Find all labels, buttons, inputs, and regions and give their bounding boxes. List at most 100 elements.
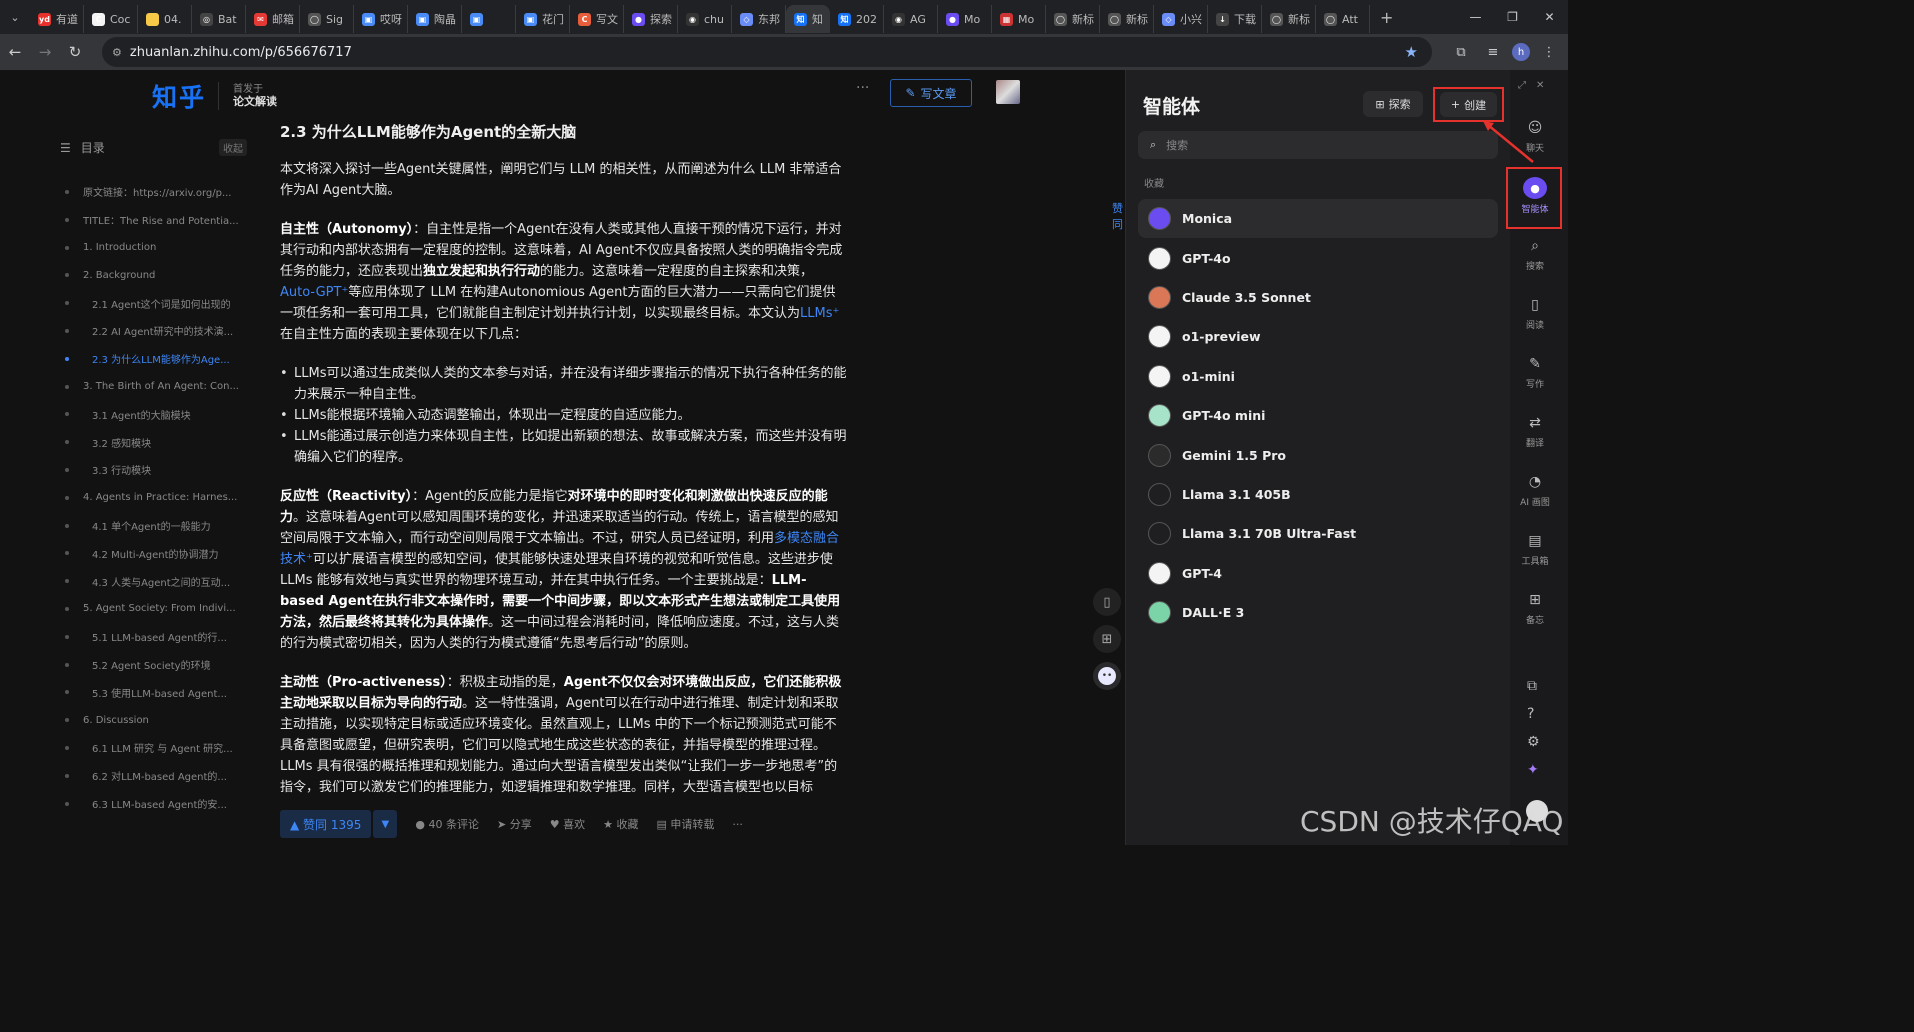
agent-list-item[interactable]: Gemini 1.5 Pro <box>1138 435 1498 474</box>
minimize-icon[interactable]: — <box>1457 0 1494 34</box>
browser-tab[interactable]: ▦ Mo <box>992 5 1046 33</box>
toc-item[interactable]: 6. Discussion <box>60 706 245 734</box>
browser-tab[interactable]: ◯ Att <box>1316 5 1370 33</box>
agent-list-item[interactable]: Monica <box>1138 199 1498 239</box>
browser-tab[interactable]: ◯ Sig <box>300 5 354 33</box>
browser-tab[interactable]: ◇ 东邦 <box>732 5 786 33</box>
toc-item[interactable]: 2.3 为什么LLM能够作为Age... <box>60 345 245 373</box>
toc-item[interactable]: 4.1 单个Agent的一般能力 <box>60 512 245 540</box>
reader-mode-icon[interactable]: ▯ <box>1093 588 1121 616</box>
rail-item[interactable]: ▤ 工具箱 <box>1510 531 1560 567</box>
comments-button[interactable]: ● 40 条评论 <box>415 816 479 832</box>
share-button[interactable]: ➤ 分享 <box>497 816 532 832</box>
toc-item[interactable]: 6.2 对LLM-based Agent的... <box>60 762 245 790</box>
reload-icon[interactable]: ↻ <box>60 37 90 67</box>
browser-tab[interactable]: 04. <box>138 5 192 33</box>
agent-list-item[interactable]: o1-mini <box>1138 357 1498 396</box>
forward-icon[interactable]: → <box>30 37 60 67</box>
browser-tab[interactable]: ◯ 新标 <box>1046 5 1100 33</box>
browser-tab[interactable]: ◉ AG <box>884 5 938 33</box>
create-button[interactable]: + 创建 <box>1440 92 1497 117</box>
browser-tab[interactable]: ✉ 邮箱 <box>246 5 300 33</box>
agent-list-item[interactable]: o1-preview <box>1138 317 1498 356</box>
explore-button[interactable]: ⊞ 探索 <box>1363 91 1423 117</box>
browser-tab[interactable]: ▣ 花门 <box>516 5 570 33</box>
toc-collapse-button[interactable]: 收起 <box>219 139 247 156</box>
toc-item[interactable]: 6.3 LLM-based Agent的安... <box>60 790 245 818</box>
agent-list-item[interactable]: GPT-4 <box>1138 554 1498 593</box>
zhihu-logo[interactable]: 知乎 <box>152 78 206 114</box>
browser-tab[interactable]: 知 202 <box>830 5 884 33</box>
browser-tab[interactable]: C Coc <box>84 5 138 33</box>
rail-item[interactable]: ⇄ 翻译 <box>1510 413 1560 449</box>
browser-tab[interactable]: C 写文 <box>570 5 624 33</box>
media-controls-icon[interactable]: ≡ <box>1480 39 1506 65</box>
repost-button[interactable]: ▤ 申请转载 <box>656 816 714 832</box>
browser-tab[interactable]: ↓ 下载 <box>1208 5 1262 33</box>
more-actions-button[interactable]: ··· <box>732 818 743 831</box>
bookmark-star-icon[interactable]: ★ <box>1405 43 1418 61</box>
toc-item[interactable]: 3.3 行动模块 <box>60 456 245 484</box>
user-avatar[interactable] <box>996 80 1020 104</box>
more-options-icon[interactable]: ··· <box>856 80 869 96</box>
rail-item[interactable]: ▯ 阅读 <box>1510 295 1560 331</box>
agent-list-item[interactable]: Llama 3.1 70B Ultra-Fast <box>1138 514 1498 553</box>
rail-item[interactable]: ◔ AI 画图 <box>1510 472 1560 508</box>
browser-tab[interactable]: 知知✕ <box>786 5 830 33</box>
browser-tab[interactable]: ▣ <box>462 5 516 33</box>
agent-list-item[interactable]: DALL·E 3 <box>1138 593 1498 632</box>
downvote-button[interactable]: ▼ <box>373 810 398 838</box>
browser-tab[interactable]: ◯ 新标 <box>1100 5 1154 33</box>
agent-list-item[interactable]: Claude 3.5 Sonnet <box>1138 278 1498 317</box>
gift-icon[interactable]: ✦ <box>1527 762 1539 778</box>
copy-icon[interactable]: ⧉ <box>1527 678 1537 694</box>
agent-list-item[interactable]: GPT-4o <box>1138 238 1498 277</box>
browser-tab[interactable]: ◎ Bat <box>192 5 246 33</box>
rail-item[interactable]: ⊞ 备忘 <box>1510 590 1560 626</box>
address-bar[interactable]: ⚙ zhuanlan.zhihu.com/p/656676717 ★ <box>102 37 1432 67</box>
toc-item[interactable]: 5.1 LLM-based Agent的行... <box>60 623 245 651</box>
extensions-icon[interactable]: ⧉ <box>1448 39 1474 65</box>
write-article-button[interactable]: ✎ 写文章 <box>890 79 972 107</box>
site-info-icon[interactable]: ⚙ <box>112 46 122 59</box>
back-icon[interactable]: ← <box>0 37 30 67</box>
tab-search-icon[interactable]: ⌄ <box>0 0 30 34</box>
browser-tab[interactable]: ▣ 陶晶 <box>408 5 462 33</box>
toc-item[interactable]: 3. The Birth of An Agent: Con... <box>60 373 245 401</box>
help-icon[interactable]: ? <box>1527 706 1534 722</box>
toc-item[interactable]: 4.2 Multi-Agent的协调潜力 <box>60 539 245 567</box>
toc-item[interactable]: 4.3 人类与Agent之间的互动... <box>60 567 245 595</box>
settings-icon[interactable]: ⚙ <box>1527 734 1540 750</box>
agent-list-item[interactable]: Llama 3.1 405B <box>1138 475 1498 514</box>
column-name-link[interactable]: 论文解读 <box>233 93 277 109</box>
profile-avatar[interactable]: h <box>1512 43 1530 61</box>
toc-item[interactable]: 原文链接：https://arxiv.org/p... <box>60 178 245 206</box>
collect-button[interactable]: ★ 收藏 <box>603 816 638 832</box>
llms-link[interactable]: LLMs⁺ <box>800 306 839 321</box>
toc-item[interactable]: 6.1 LLM 研究 与 Agent 研究... <box>60 734 245 762</box>
browser-tab[interactable]: ● Mo <box>938 5 992 33</box>
rail-item[interactable]: ⌕ 搜索 <box>1510 236 1560 272</box>
autogpt-link[interactable]: Auto-GPT⁺ <box>280 285 348 300</box>
apps-grid-icon[interactable]: ⊞ <box>1093 625 1121 653</box>
side-vote-label[interactable]: 赞同 <box>1112 200 1125 232</box>
browser-tab[interactable]: ● 探索 <box>624 5 678 33</box>
like-button[interactable]: ♥ 喜欢 <box>550 816 585 832</box>
browser-tab[interactable]: ▣ 哎呀 <box>354 5 408 33</box>
browser-tab[interactable]: yd 有道 <box>30 5 84 33</box>
rail-item[interactable]: ✎ 写作 <box>1510 354 1560 390</box>
new-tab-button[interactable]: + <box>1370 8 1403 27</box>
toc-item[interactable]: 5.3 使用LLM-based Agent... <box>60 678 245 706</box>
agent-search-input[interactable]: ⌕ 搜索 <box>1138 131 1498 159</box>
toc-item[interactable]: 5. Agent Society: From Indivi... <box>60 595 245 623</box>
toc-item[interactable]: TITLE：The Rise and Potentia... <box>60 206 245 234</box>
toc-item[interactable]: 2.1 Agent这个词是如何出现的 <box>60 289 245 317</box>
restore-icon[interactable]: ❐ <box>1494 0 1531 34</box>
expand-icon[interactable]: ⤢ <box>1518 80 1526 91</box>
browser-tab[interactable]: ◉ chu <box>678 5 732 33</box>
toc-item[interactable]: 1. Introduction <box>60 234 245 262</box>
toc-item[interactable]: 3.1 Agent的大脑模块 <box>60 400 245 428</box>
close-panel-icon[interactable]: ✕ <box>1536 80 1544 91</box>
browser-tab[interactable]: ◇ 小兴 <box>1154 5 1208 33</box>
menu-icon[interactable]: ⋮ <box>1536 39 1562 65</box>
